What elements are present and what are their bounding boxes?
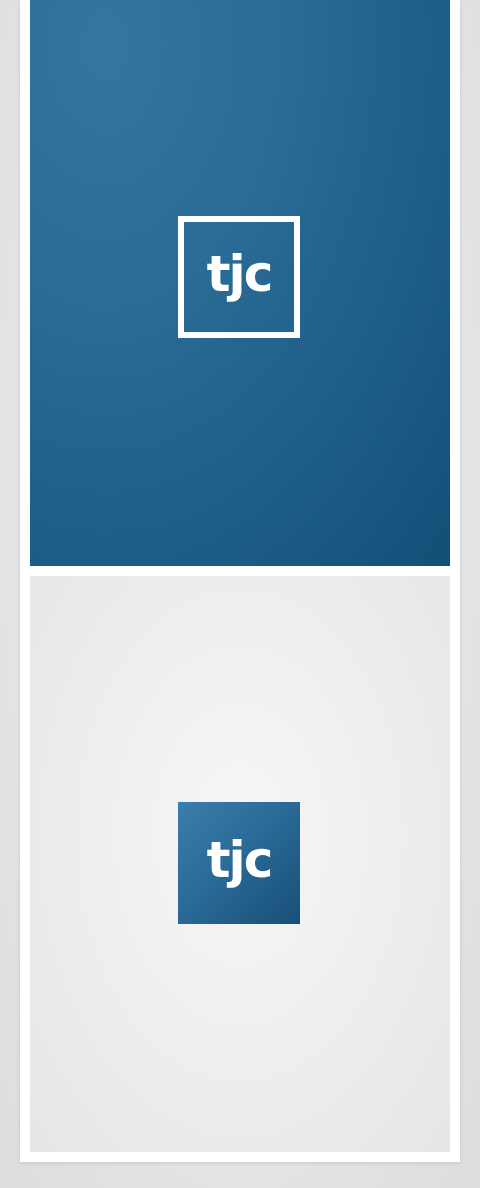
blue-panel: tjc [30,0,450,566]
mockup-frame: tjc tjc [20,0,460,1162]
light-panel: tjc [30,576,450,1152]
tjc-logo-filled: tjc [178,802,300,924]
tjc-logo-outline: tjc [178,216,300,338]
logo-text: tjc [206,245,274,303]
logo-text: tjc [206,831,274,889]
